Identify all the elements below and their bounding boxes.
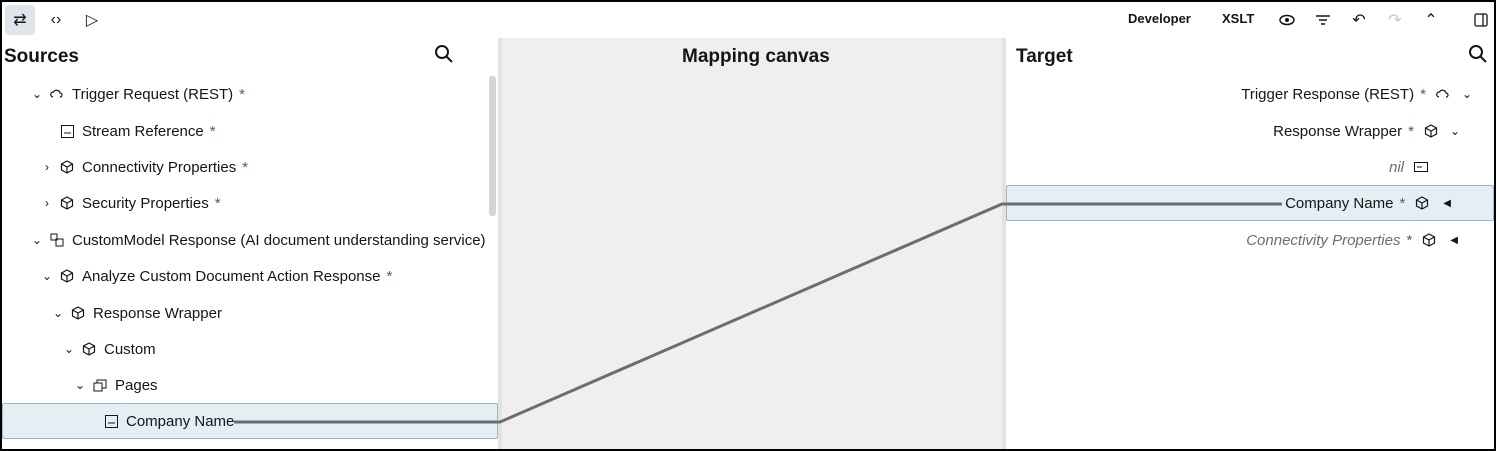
item-label: CustomModel Response (AI document unders…: [72, 231, 486, 249]
target-tree-item[interactable]: nil: [1006, 149, 1494, 185]
required-marker: *: [214, 194, 221, 212]
chevron-right-icon[interactable]: ›: [40, 160, 54, 174]
search-icon[interactable]: [434, 44, 454, 69]
target-tree-item[interactable]: Response Wrapper * ⌄: [1006, 113, 1494, 149]
source-tree-item[interactable]: Stream Reference *: [2, 113, 556, 149]
chevron-down-icon[interactable]: ⌄: [73, 378, 87, 392]
canvas-title: Mapping canvas: [682, 46, 830, 67]
item-label: Pages: [115, 376, 158, 394]
item-label: Company Name: [1285, 194, 1394, 212]
toolbar: ⇄ ‹› ▷ Developer XSLT ↶ ↷ ⌃: [2, 2, 1494, 38]
mapper-window: ⇄ ‹› ▷ Developer XSLT ↶ ↷ ⌃ Sources Mapp…: [0, 0, 1496, 451]
item-label: Connectivity Properties: [1246, 231, 1401, 249]
collection-icon: [93, 378, 107, 392]
required-marker: *: [1399, 194, 1406, 212]
swap-icon[interactable]: ⇄: [5, 5, 35, 35]
item-label: Analyze Custom Document Action Response: [82, 267, 381, 285]
chevron-down-icon[interactable]: ⌄: [30, 233, 44, 247]
required-marker: *: [386, 267, 393, 285]
cube-icon: [71, 306, 85, 320]
target-tree-item[interactable]: Connectivity Properties * ◀: [1006, 222, 1494, 258]
chevron-down-icon[interactable]: ⌄: [51, 306, 65, 320]
item-label: Connectivity Properties: [82, 158, 237, 176]
target-tree-item-selected[interactable]: Company Name * ◀: [1006, 185, 1494, 221]
source-tree-item[interactable]: ⌄ Trigger Request (REST) *: [2, 76, 526, 112]
cube-icon: [82, 342, 96, 356]
item-label: Stream Reference: [82, 122, 204, 140]
cube-icon: [1422, 233, 1436, 247]
search-icon[interactable]: [1468, 44, 1488, 69]
chevron-down-icon[interactable]: ⌄: [1462, 87, 1472, 101]
source-tree-item[interactable]: ⌄ Analyze Custom Document Action Respons…: [2, 258, 536, 294]
chevron-right-icon[interactable]: ›: [40, 196, 54, 210]
source-tree-item[interactable]: › Security Properties *: [2, 185, 536, 221]
collapse-up-icon[interactable]: ⌃: [1416, 5, 1446, 35]
target-tree-item[interactable]: Trigger Response (REST) * ⌄: [1006, 76, 1494, 112]
cube-icon: [60, 196, 74, 210]
item-label: Custom: [104, 340, 156, 358]
attribute-icon: [1414, 160, 1428, 174]
item-label: Trigger Request (REST): [72, 85, 234, 103]
required-marker: *: [1406, 231, 1413, 249]
cube-icon: [1424, 124, 1438, 138]
source-tree-item[interactable]: › Connectivity Properties *: [2, 149, 536, 185]
required-marker: *: [239, 85, 245, 103]
service-icon: [50, 233, 64, 247]
chevron-down-icon[interactable]: ⌄: [30, 87, 44, 101]
required-marker: *: [1408, 122, 1414, 140]
chevron-down-icon[interactable]: ⌄: [62, 342, 76, 356]
source-tree-item[interactable]: ⌄ Pages: [2, 367, 569, 403]
item-label: Response Wrapper: [93, 304, 222, 322]
mapping-canvas[interactable]: Mapping canvas: [502, 38, 1002, 449]
undo-icon[interactable]: ↶: [1344, 5, 1374, 35]
cube-icon: [60, 160, 74, 174]
chevron-down-icon[interactable]: ⌄: [40, 269, 54, 283]
item-label: Security Properties: [82, 194, 209, 212]
cloud-rest-icon: [1436, 87, 1450, 101]
cloud-rest-icon: [50, 87, 64, 101]
item-label: Company Name: [126, 412, 235, 430]
eye-icon[interactable]: [1272, 5, 1302, 35]
redo-icon: ↷: [1388, 12, 1402, 29]
xslt-button[interactable]: XSLT: [1222, 11, 1254, 26]
text-field-icon: [104, 414, 118, 428]
item-label: Response Wrapper: [1273, 122, 1403, 140]
required-marker: *: [209, 122, 216, 140]
source-tree-item[interactable]: ⌄ Response Wrapper: [2, 295, 547, 331]
panel-toggle-icon[interactable]: [1466, 5, 1494, 35]
filter-icon[interactable]: [1308, 5, 1338, 35]
caret-left-icon[interactable]: ◀: [1443, 198, 1451, 209]
sources-title: Sources: [4, 46, 79, 67]
item-label: nil: [1388, 158, 1404, 176]
play-icon[interactable]: ▷: [77, 5, 107, 35]
cube-icon: [60, 269, 74, 283]
required-marker: *: [1420, 85, 1426, 103]
caret-left-icon[interactable]: ◀: [1450, 235, 1458, 246]
cube-icon: [1415, 196, 1429, 210]
text-field-icon: [60, 124, 74, 138]
target-title: Target: [1016, 46, 1073, 67]
required-marker: *: [242, 158, 249, 176]
item-label: Trigger Response (REST): [1241, 85, 1415, 103]
source-tree-item-selected[interactable]: Company Name: [2, 403, 498, 439]
developer-mode-button[interactable]: Developer: [1128, 11, 1191, 26]
source-tree-item[interactable]: ⌄ Custom: [2, 331, 558, 367]
code-icon[interactable]: ‹›: [41, 5, 71, 35]
source-tree-item[interactable]: ⌄ CustomModel Response (AI document unde…: [2, 222, 526, 258]
chevron-down-icon[interactable]: ⌄: [1450, 124, 1460, 138]
